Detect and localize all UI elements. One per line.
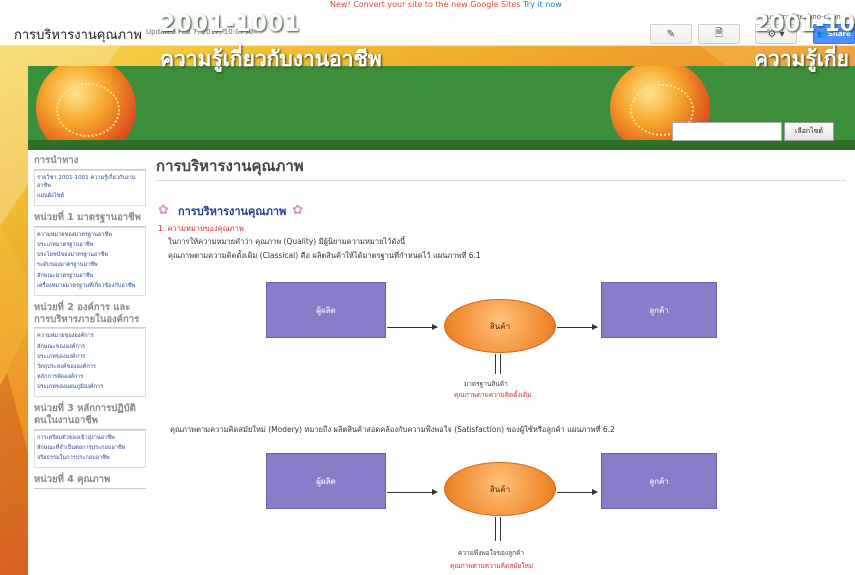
modern-definition: คุณภาพตามความคิดสมัยใหม่ (Modery) หมายถึ… bbox=[170, 425, 615, 434]
banner-course-name: ความรู้เกี่ยวกับงานอาชีพ bbox=[160, 47, 382, 71]
sidebar-item[interactable]: ประโยชน์ของมาตรฐานอาชีพ bbox=[37, 251, 143, 259]
diagram2-arrow-1 bbox=[387, 489, 438, 495]
try-it-now-link[interactable]: Try it now bbox=[523, 0, 562, 9]
diagram2-stem-left bbox=[495, 517, 496, 541]
diagram1-caption: มาตรฐานสินค้า bbox=[464, 380, 508, 388]
sidebar-item[interactable]: ลักษณะมาตรฐานอาชีพ bbox=[37, 272, 143, 280]
sidebar-section-navigation: รายวิชา 2001-1001 ความรู้เกี่ยวกับงานอาช… bbox=[34, 169, 146, 207]
flower-icon: ✿ bbox=[292, 203, 304, 218]
sidebar-item[interactable]: ระดับของมาตรฐานอาชีพ bbox=[37, 261, 143, 269]
decorative-ball-left bbox=[36, 66, 136, 150]
sidebar-heading-unit2: หน่วยที่ 2 องค์การ และการบริหารภายในองค์… bbox=[34, 299, 146, 329]
diagram1-stem-right bbox=[500, 354, 501, 374]
page-title: การบริหารงานคุณภาพ bbox=[156, 157, 304, 175]
diagram2-caption-red: คุณภาพตามความคิดสมัยใหม่ bbox=[450, 562, 534, 570]
diagram1-stem-left bbox=[495, 354, 496, 374]
section-heading: ✿ การบริหารงานคุณภาพ ✿ bbox=[158, 202, 306, 220]
sidebar-heading-navigation: การนำทาง bbox=[34, 152, 146, 170]
diagram1-customer-box: ลูกค้า bbox=[601, 282, 717, 338]
diagram2-producer-box: ผู้ผลิต bbox=[266, 453, 386, 509]
sidebar-section-unit3: การเตรียมตัวของเข้าสู่งานอาชีพ ลักษณะที่… bbox=[34, 429, 146, 469]
classical-definition: คุณภาพตามความคิดดั้งเดิม (Classical) คือ… bbox=[168, 251, 481, 260]
search-site-button[interactable]: เลือกไซต์ bbox=[784, 122, 834, 141]
sidebar-section-unit1: ความหมายของมาตรฐานอาชีพ ประเภทมาตรฐานอาช… bbox=[34, 227, 146, 296]
sidebar-item[interactable]: จริยธรรมในการประกอบอาชีพ bbox=[37, 454, 143, 462]
diagram1-product-ellipse: สินค้า bbox=[444, 299, 556, 353]
banner-stripe bbox=[28, 140, 855, 150]
sidebar-item[interactable]: ความหมายขององค์การ bbox=[37, 332, 143, 340]
banner-course-name-repeat: ความรู้เกี่ย bbox=[754, 47, 849, 71]
banner-course-code-repeat: 2001-10 bbox=[754, 12, 855, 37]
new-page-button[interactable]: 🗎 bbox=[698, 24, 740, 44]
sidebar-item[interactable]: ลักษณะขององค์การ bbox=[37, 343, 143, 351]
sidebar-item[interactable]: หลักการจัดองค์การ bbox=[37, 373, 143, 381]
sidebar-item[interactable]: ประเภทขององค์การ bbox=[37, 353, 143, 361]
diagram2-stem-right bbox=[500, 517, 501, 541]
diagram2-product-ellipse: สินค้า bbox=[444, 462, 556, 516]
sidebar-heading-unit3: หน่วยที่ 3 หลักการปฏิบัติตนในงานอาชีพ bbox=[34, 400, 146, 430]
diagram2-customer-box: ลูกค้า bbox=[601, 453, 717, 509]
pencil-icon: ✎ bbox=[666, 28, 676, 40]
diagram1-caption-red: คุณภาพตามความคิดดั้งเดิม bbox=[454, 391, 532, 399]
point-1-heading: 1. ความหมายของคุณภาพ bbox=[158, 224, 244, 233]
section-title: การบริหารงานคุณภาพ bbox=[178, 205, 287, 218]
site-search-input[interactable] bbox=[672, 122, 782, 141]
sidebar-item[interactable]: เครื่องหมายมาตรฐานที่เกี่ยวข้องกับอาชีพ bbox=[37, 282, 143, 290]
convert-notice: New! Convert your site to the new Google… bbox=[330, 0, 562, 9]
site-title[interactable]: การบริหารงานคุณภาพ bbox=[14, 24, 142, 45]
sidebar-item-sitemap[interactable]: แผนผังไซต์ bbox=[37, 192, 143, 200]
sidebar-section-unit2: ความหมายขององค์การ ลักษณะขององค์การ ประเ… bbox=[34, 328, 146, 398]
banner-course-code: 2001-1001 bbox=[160, 12, 301, 37]
flower-icon: ✿ bbox=[158, 203, 169, 218]
diagram1-arrow-1 bbox=[387, 324, 438, 330]
sidebar-item[interactable]: ประเภทของแผนภูมิองค์การ bbox=[37, 383, 143, 391]
sidebar-item[interactable]: ประเภทมาตรฐานอาชีพ bbox=[37, 241, 143, 249]
diagram2-caption: ความพึงพอใจของลูกค้า bbox=[458, 549, 524, 557]
sidebar-heading-unit1: หน่วยที่ 1 มาตรฐานอาชีพ bbox=[34, 209, 146, 228]
main-content: การบริหารงานคุณภาพ bbox=[156, 154, 846, 178]
quality-definition-intro: ในการให้ความหมายคำว่า คุณภาพ (Quality) ม… bbox=[168, 237, 406, 246]
sidebar-heading-unit4: หน่วยที่ 4 คุณภาพ bbox=[34, 471, 146, 490]
new-page-icon: 🗎 bbox=[714, 27, 724, 39]
sidebar: การนำทาง รายวิชา 2001-1001 ความรู้เกี่ยว… bbox=[34, 152, 146, 575]
sidebar-item-course[interactable]: รายวิชา 2001-1001 ความรู้เกี่ยวกับงานอาช… bbox=[37, 174, 143, 190]
sidebar-item[interactable]: ความหมายของมาตรฐานอาชีพ bbox=[37, 231, 143, 239]
sidebar-item[interactable]: ลักษณะที่จำเป็นต่อการประกอบอาชีพ bbox=[37, 444, 143, 452]
edit-page-button[interactable]: ✎ bbox=[650, 24, 692, 44]
title-divider bbox=[156, 180, 846, 181]
sidebar-item[interactable]: การเตรียมตัวของเข้าสู่งานอาชีพ bbox=[37, 434, 143, 442]
diagram1-arrow-2 bbox=[557, 324, 598, 330]
sidebar-item[interactable]: วัตถุประสงค์ขององค์การ bbox=[37, 363, 143, 371]
diagram1-producer-box: ผู้ผลิต bbox=[266, 282, 386, 338]
diagram2-arrow-2 bbox=[557, 489, 598, 495]
editor-bar: New! Convert your site to the new Google… bbox=[0, 0, 855, 46]
